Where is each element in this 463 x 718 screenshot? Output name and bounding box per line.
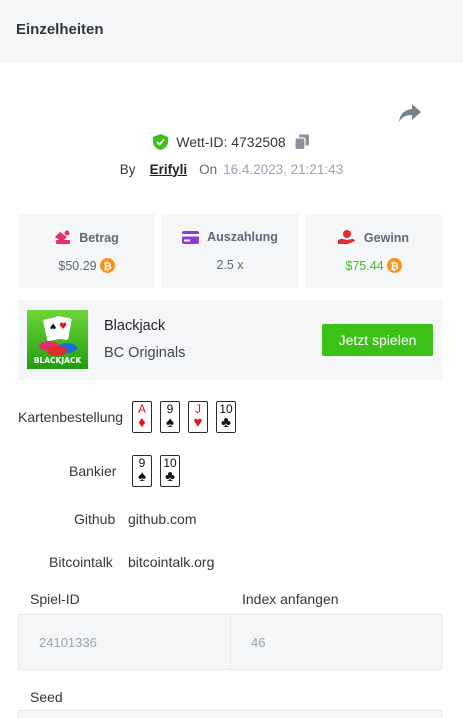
stat-profit-value: $75.44 [345,258,384,273]
bet-id: Wett-ID: 4732508 [176,134,286,150]
playing-card: 10 ♣ [160,455,180,487]
bitcoin-icon: ₿ [99,258,115,273]
username-link[interactable]: Erifyli [150,162,188,177]
blackjack-game-thumbnail[interactable]: ♠ ♥ BLACKJACK [27,310,88,369]
playing-card: 9 ♠ [160,401,180,433]
stat-payout-label: Auszahlung [207,230,278,244]
stat-amount-label: Betrag [79,230,119,245]
game-card: ♠ ♥ BLACKJACK Blackjack BC Originals Jet… [18,300,442,380]
game-id-field[interactable]: 24101336 [18,614,231,670]
github-label: Github [74,511,116,527]
game-id-label: Spiel-ID [30,591,80,607]
stat-amount: Betrag $50.29 ₿ [18,214,155,288]
bet-date: 16.4.2023, 21:21:43 [223,161,344,177]
copy-icon[interactable] [294,134,310,150]
stat-profit: Gewinn $75.44 ₿ [305,214,442,288]
start-index-value: 46 [251,634,266,650]
svg-text:BLACKJACK: BLACKJACK [34,356,83,365]
stat-payout: Auszahlung 2.5 x [161,214,299,288]
bet-amount-icon [55,230,71,244]
start-index-label: Index anfangen [242,591,339,607]
bet-stats: Betrag $50.29 ₿ Auszahlung 2.5 x Gewinn … [18,214,442,288]
seed-label: Seed [30,689,63,705]
shield-check-icon [153,134,169,150]
bitcointalk-label: Bitcointalk [49,554,113,570]
bitcoin-icon: ₿ [386,258,402,273]
bet-byline: By Erifyli On 16.4.2023, 21:21:43 [0,159,463,179]
game-provider: BC Originals [104,345,186,361]
stat-payout-value: 2.5 x [216,258,244,272]
svg-text:₿: ₿ [390,260,398,272]
playing-card: J ♥ [188,401,208,433]
playing-card: A ♦ [132,401,152,433]
start-index-field[interactable]: 46 [230,614,442,670]
svg-text:♠: ♠ [49,323,57,333]
card-payment-icon [182,230,200,244]
card-order-label: Kartenbestellung [18,409,124,425]
play-now-button[interactable]: Jetzt spielen [322,324,433,356]
banker-label: Bankier [69,463,117,479]
bet-id-row: Wett-ID: 4732508 [0,132,463,152]
header-bar: Einzelheiten [0,0,463,62]
on-label: On [199,161,218,177]
by-label: By [119,161,136,177]
stat-amount-value: $50.29 [58,258,97,273]
game-name: Blackjack [104,318,166,334]
game-id-value: 24101336 [39,634,97,650]
stat-profit-label: Gewinn [363,230,410,245]
svg-text:♥: ♥ [59,322,67,332]
svg-text:₿: ₿ [103,260,111,272]
playing-card: 10 ♣ [216,401,236,433]
profit-icon [337,230,355,244]
bitcointalk-link[interactable]: bitcointalk.org [128,554,214,570]
github-link[interactable]: github.com [128,511,196,527]
seed-field[interactable] [18,710,442,718]
page-title: Einzelheiten [16,21,104,38]
share-icon[interactable] [398,102,422,124]
playing-card: 9 ♠ [132,455,152,487]
